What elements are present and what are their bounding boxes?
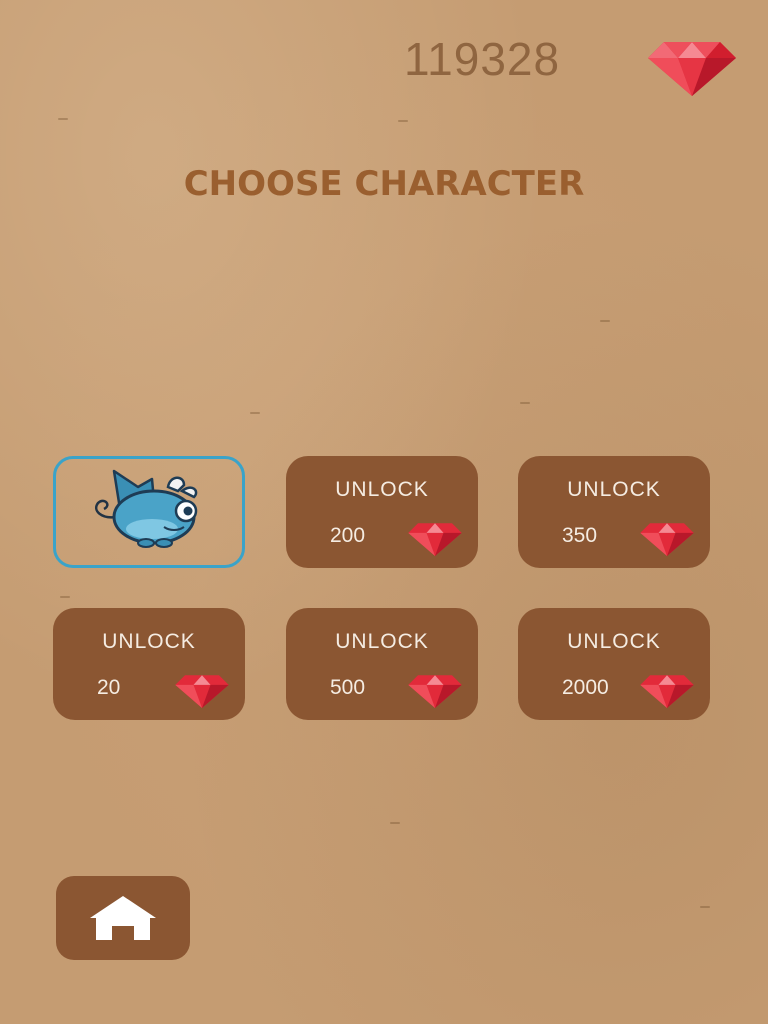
- character-card-selected[interactable]: [53, 456, 245, 568]
- ruby-gem-icon: [640, 523, 694, 556]
- character-card-locked[interactable]: UNLOCK 20: [53, 608, 245, 720]
- ruby-gem-icon: [175, 675, 229, 708]
- unlock-price: 500: [330, 676, 366, 699]
- ruby-gem-icon: [648, 42, 736, 96]
- ruby-gem-icon: [408, 523, 462, 556]
- character-card-locked[interactable]: UNLOCK 350: [518, 456, 710, 568]
- home-icon: [90, 896, 156, 940]
- blue-dragon-character: [95, 469, 198, 548]
- character-card-locked[interactable]: UNLOCK 500: [286, 608, 478, 720]
- paper-fleck: [390, 822, 400, 824]
- page-title: CHOOSE CHARACTER: [183, 164, 585, 204]
- paper-fleck: [700, 906, 710, 908]
- unlock-label: UNLOCK: [102, 630, 196, 653]
- ruby-gem-icon: [408, 675, 462, 708]
- unlock-label: UNLOCK: [335, 478, 429, 501]
- unlock-price: 20: [97, 676, 121, 699]
- ruby-gem-icon: [640, 675, 694, 708]
- paper-fleck: [520, 402, 530, 404]
- unlock-label: UNLOCK: [335, 630, 429, 653]
- unlock-price: 200: [330, 524, 366, 547]
- paper-fleck: [58, 118, 68, 120]
- gem-count: 119328: [404, 33, 561, 85]
- paper-fleck: [250, 412, 260, 414]
- unlock-price: 2000: [562, 676, 609, 699]
- paper-fleck: [60, 596, 70, 598]
- home-button[interactable]: [56, 876, 190, 960]
- unlock-label: UNLOCK: [567, 630, 661, 653]
- paper-fleck: [398, 120, 408, 122]
- paper-fleck: [600, 320, 610, 322]
- unlock-price: 350: [562, 524, 598, 547]
- character-card-locked[interactable]: UNLOCK 200: [286, 456, 478, 568]
- character-card-locked[interactable]: UNLOCK 2000: [518, 608, 710, 720]
- unlock-label: UNLOCK: [567, 478, 661, 501]
